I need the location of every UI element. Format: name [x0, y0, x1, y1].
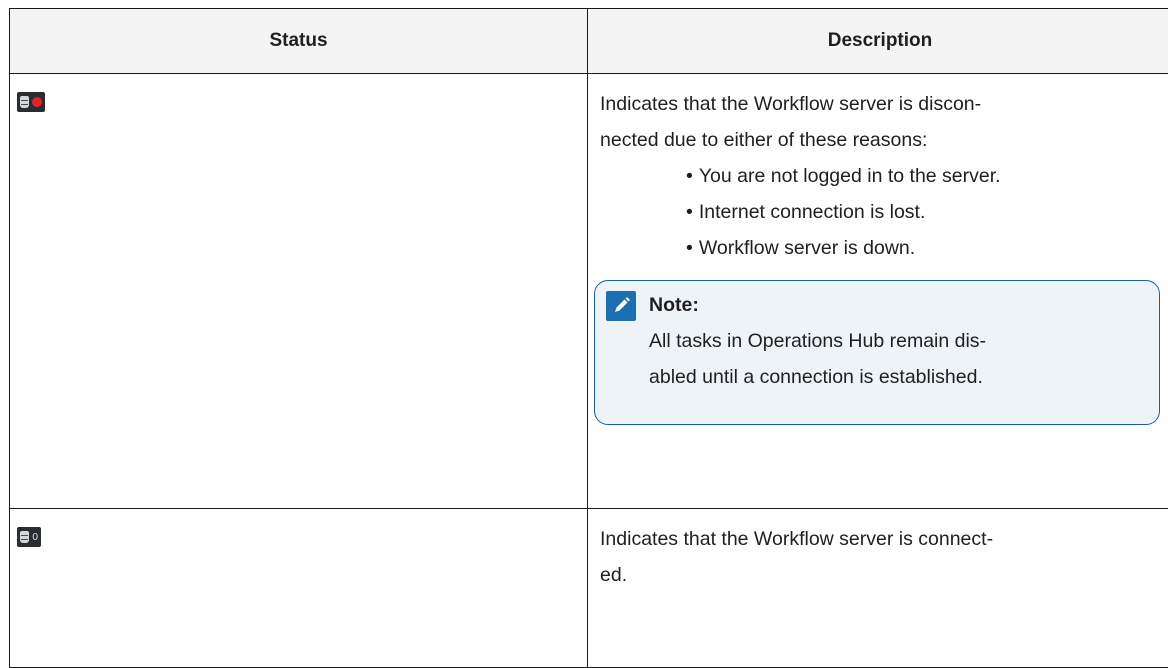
description-cell: Indicates that the Workflow server is co… — [588, 509, 1168, 668]
list-item: Internet connection is lost. — [686, 194, 1162, 230]
note-body: Note: All tasks in Operations Hub remain… — [649, 287, 1147, 395]
server-icon — [20, 96, 29, 108]
note-line: All tasks in Operations Hub remain dis- — [649, 323, 1147, 359]
table-row: 0 Indicates that the Workflow server is … — [10, 509, 1168, 668]
note-title: Note: — [649, 287, 1147, 323]
description-cell: Indicates that the Workflow server is di… — [588, 74, 1168, 509]
workflow-server-disconnected-icon — [17, 92, 45, 112]
server-icon — [20, 531, 29, 543]
reason-text: You are not logged in to the server. — [699, 165, 1001, 187]
table-row: Indicates that the Workflow server is di… — [10, 74, 1168, 509]
list-item: You are not logged in to the server. — [686, 158, 1162, 194]
reason-text: Internet connection is lost. — [699, 201, 926, 223]
column-header-status: Status — [10, 9, 588, 74]
disconnected-dot-icon — [32, 97, 42, 107]
pencil-note-icon — [606, 291, 636, 321]
note-callout: Note: All tasks in Operations Hub remain… — [594, 280, 1160, 425]
status-cell — [10, 74, 588, 509]
table-header-row: Status Description — [10, 9, 1168, 74]
reason-text: Workflow server is down. — [699, 237, 915, 259]
description-line: nected due to either of these reasons: — [600, 122, 1162, 158]
status-cell: 0 — [10, 509, 588, 668]
reasons-list: You are not logged in to the server. Int… — [600, 158, 1162, 266]
status-count: 0 — [32, 532, 38, 543]
description-line: Indicates that the Workflow server is co… — [600, 521, 1162, 557]
column-header-description: Description — [588, 9, 1168, 74]
description-line: ed. — [600, 557, 1162, 593]
status-table: Status Description Indicates that the Wo… — [9, 8, 1168, 668]
description-line: Indicates that the Workflow server is di… — [600, 86, 1162, 122]
note-line: abled until a connection is established. — [649, 359, 1147, 395]
list-item: Workflow server is down. — [686, 230, 1162, 266]
workflow-server-connected-icon: 0 — [17, 527, 41, 547]
